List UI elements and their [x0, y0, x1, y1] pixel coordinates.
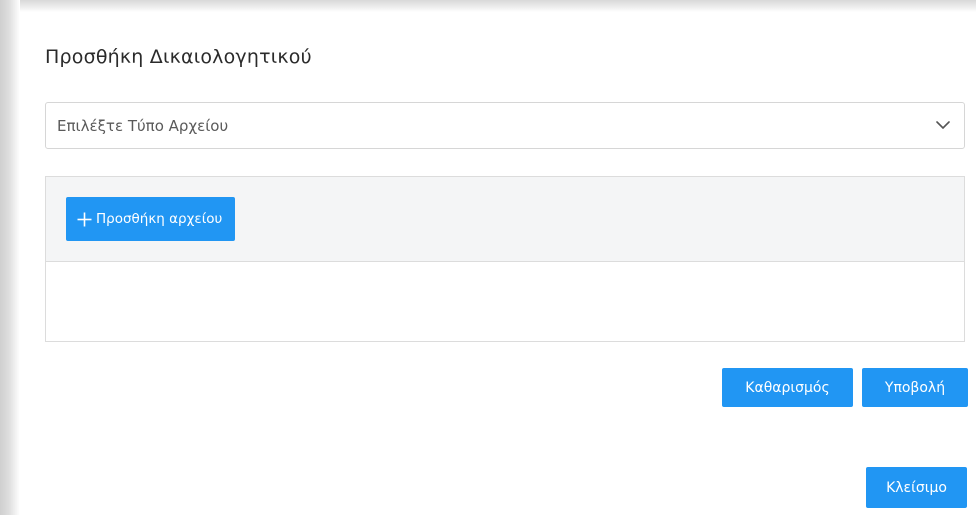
- close-button[interactable]: Κλείσιμο: [866, 467, 967, 508]
- screenshot-stage: Προσθήκη Δικαιολογητικού Επιλέξτε Τύπο Α…: [0, 0, 976, 515]
- plus-icon: [76, 211, 93, 228]
- add-file-button[interactable]: Προσθήκη αρχείου: [66, 197, 236, 241]
- clear-button[interactable]: Καθαρισμός: [722, 368, 853, 407]
- file-upload-panel: Προσθήκη αρχείου: [45, 176, 965, 342]
- file-upload-toolbar: Προσθήκη αρχείου: [46, 177, 964, 262]
- chevron-down-icon: [934, 116, 952, 134]
- submit-button[interactable]: Υποβολή: [862, 368, 968, 407]
- frame-shadow-left: [0, 0, 20, 515]
- add-file-button-label: Προσθήκη αρχείου: [96, 211, 223, 227]
- add-document-modal: Προσθήκη Δικαιολογητικού Επιλέξτε Τύπο Α…: [20, 12, 976, 515]
- frame-shadow-top: [0, 0, 976, 12]
- file-type-select[interactable]: Επιλέξτε Τύπο Αρχείου: [45, 102, 965, 149]
- modal-title: Προσθήκη Δικαιολογητικού: [45, 46, 312, 68]
- file-drop-area[interactable]: [46, 262, 964, 341]
- file-type-select-value: Επιλέξτε Τύπο Αρχείου: [57, 117, 229, 135]
